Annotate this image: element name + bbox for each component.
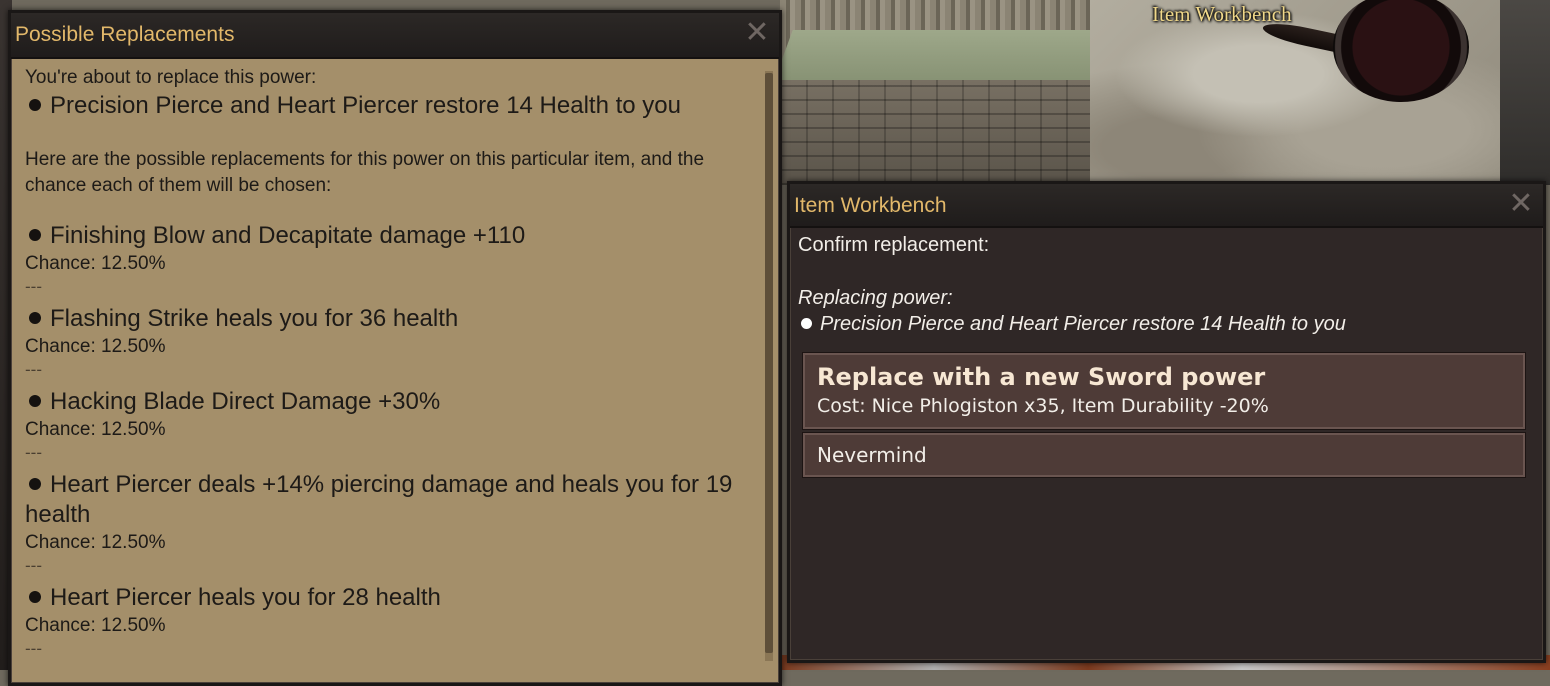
replacement-name: Flashing Strike heals you for 36 health — [50, 305, 459, 332]
confirm-text: Confirm replacement: — [798, 234, 990, 256]
workbench-content: Confirm replacement: Replacing power: Pr… — [798, 232, 1528, 337]
current-power-text: Precision Pierce and Heart Piercer resto… — [50, 92, 681, 119]
replacement-name: Hacking Blade Direct Damage +30% — [50, 388, 441, 415]
replacing-power: Precision Pierce and Heart Piercer resto… — [798, 311, 1528, 337]
replacements-content: You're about to replace this power: Prec… — [25, 65, 765, 659]
replacement-chance: Chance: 12.50% — [25, 419, 166, 440]
option-title: Replace with a new Sword power — [817, 363, 1266, 391]
replacement-item: Finishing Blow and Decapitate damage +11… — [25, 221, 765, 297]
bullet-icon — [29, 229, 41, 242]
current-power: Precision Pierce and Heart Piercer resto… — [25, 91, 765, 121]
replacement-name: Finishing Blow and Decapitate damage +11… — [50, 222, 526, 249]
replace-sword-power-button[interactable]: Replace with a new Sword power Cost: Nic… — [803, 353, 1525, 429]
replacing-label: Replacing power: — [798, 287, 953, 309]
description-text: Here are the possible replacements for t… — [25, 149, 705, 196]
bullet-icon — [29, 99, 41, 112]
window-titlebar[interactable]: Item Workbench ✕ — [790, 184, 1543, 228]
replacement-item: Flashing Strike heals you for 36 health … — [25, 304, 765, 380]
item-workbench-window: Item Workbench ✕ Confirm replacement: Re… — [787, 181, 1546, 663]
window-titlebar[interactable]: Possible Replacements ✕ — [11, 13, 779, 59]
bullet-icon — [29, 395, 41, 408]
bullet-icon — [29, 591, 41, 604]
separator: --- — [25, 556, 42, 575]
separator: --- — [25, 443, 42, 462]
bullet-icon — [29, 312, 41, 325]
separator: --- — [25, 360, 42, 379]
close-icon[interactable]: ✕ — [1507, 189, 1535, 219]
replacing-power-text: Precision Pierce and Heart Piercer resto… — [820, 313, 1346, 335]
replacement-chance: Chance: 12.50% — [25, 532, 166, 553]
scrollbar-thumb[interactable] — [765, 73, 773, 653]
option-cost: Cost: Nice Phlogiston x35, Item Durabili… — [817, 395, 1269, 417]
replacement-chance: Chance: 12.50% — [25, 615, 166, 636]
background-edge — [1500, 0, 1550, 185]
intro-text: You're about to replace this power: — [25, 67, 317, 88]
replacement-item: Hacking Blade Direct Damage +30% Chance:… — [25, 387, 765, 463]
replacement-item: Heart Piercer heals you for 28 health Ch… — [25, 583, 765, 659]
bullet-icon — [801, 317, 812, 329]
world-object-label: Item Workbench — [1152, 2, 1292, 26]
close-icon[interactable]: ✕ — [743, 18, 771, 48]
replacement-name: Heart Piercer heals you for 28 health — [50, 584, 441, 611]
replacement-name: Heart Piercer deals +14% piercing damage… — [25, 471, 733, 528]
window-title: Item Workbench — [794, 194, 947, 217]
separator: --- — [25, 639, 42, 658]
window-title: Possible Replacements — [15, 23, 235, 46]
separator: --- — [25, 277, 42, 296]
replacement-chance: Chance: 12.50% — [25, 336, 166, 357]
nevermind-button[interactable]: Nevermind — [803, 433, 1525, 477]
bullet-icon — [29, 478, 41, 491]
possible-replacements-window: Possible Replacements ✕ You're about to … — [8, 10, 782, 686]
replacement-item: Heart Piercer deals +14% piercing damage… — [25, 470, 765, 576]
replacement-chance: Chance: 12.50% — [25, 253, 166, 274]
option-label: Nevermind — [817, 443, 927, 467]
